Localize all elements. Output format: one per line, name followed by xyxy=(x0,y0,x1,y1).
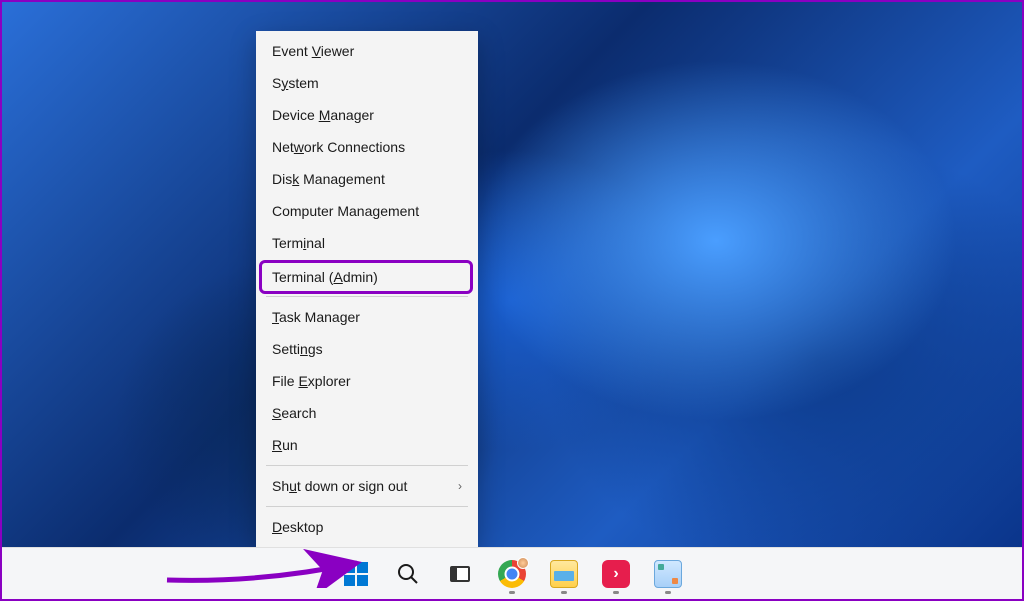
menu-item-event-viewer[interactable]: Event Viewer xyxy=(256,35,478,67)
menu-separator xyxy=(266,465,468,466)
file-explorer-icon xyxy=(550,560,578,588)
menu-item-device-manager[interactable]: Device Manager xyxy=(256,99,478,131)
menu-item-search[interactable]: Search xyxy=(256,397,478,429)
todoist-app[interactable]: › xyxy=(594,552,638,596)
task-view-icon xyxy=(450,566,470,582)
menu-item-label: Task Manager xyxy=(272,309,360,325)
menu-item-terminal-admin[interactable]: Terminal (Admin) xyxy=(261,262,471,292)
menu-item-label: System xyxy=(272,75,319,91)
menu-item-label: Shut down or sign out xyxy=(272,478,407,494)
chrome-app[interactable] xyxy=(490,552,534,596)
menu-item-label: File Explorer xyxy=(272,373,351,389)
winx-context-menu: Event Viewer System Device Manager Network … xyxy=(256,31,478,547)
chrome-icon xyxy=(498,560,526,588)
menu-item-label: Disk Management xyxy=(272,171,385,187)
menu-item-label: Terminal (Admin) xyxy=(272,269,378,285)
menu-item-file-explorer[interactable]: File Explorer xyxy=(256,365,478,397)
file-explorer-app[interactable] xyxy=(542,552,586,596)
menu-item-computer-management[interactable]: Computer Management xyxy=(256,195,478,227)
windows-start-icon xyxy=(344,562,368,586)
running-indicator xyxy=(613,591,619,594)
menu-item-network-connections[interactable]: Network Connections xyxy=(256,131,478,163)
task-view-button[interactable] xyxy=(438,552,482,596)
menu-item-disk-management[interactable]: Disk Management xyxy=(256,163,478,195)
chevron-right-icon: › xyxy=(458,479,462,493)
menu-item-task-manager[interactable]: Task Manager xyxy=(256,301,478,333)
menu-item-system[interactable]: System xyxy=(256,67,478,99)
menu-item-label: Settings xyxy=(272,341,323,357)
menu-item-label: Computer Management xyxy=(272,203,419,219)
search-button[interactable] xyxy=(386,552,430,596)
menu-item-label: Event Viewer xyxy=(272,43,354,59)
desktop-wallpaper xyxy=(2,2,1022,599)
menu-item-terminal[interactable]: Terminal xyxy=(256,227,478,259)
menu-item-label: Search xyxy=(272,405,316,421)
menu-separator xyxy=(266,506,468,507)
app-icon: › xyxy=(602,560,630,588)
menu-item-label: Network Connections xyxy=(272,139,405,155)
menu-item-settings[interactable]: Settings xyxy=(256,333,478,365)
start-button[interactable] xyxy=(334,552,378,596)
running-indicator xyxy=(561,591,567,594)
running-indicator xyxy=(665,591,671,594)
menu-item-label: Device Manager xyxy=(272,107,374,123)
menu-item-shutdown-signout[interactable]: Shut down or sign out › xyxy=(256,470,478,502)
control-panel-app[interactable] xyxy=(646,552,690,596)
control-panel-icon xyxy=(654,560,682,588)
menu-item-show-desktop[interactable]: Desktop xyxy=(256,511,478,543)
search-icon xyxy=(396,562,420,586)
menu-item-label: Desktop xyxy=(272,519,323,535)
running-indicator xyxy=(509,591,515,594)
menu-item-label: Terminal xyxy=(272,235,325,251)
menu-item-label: Run xyxy=(272,437,298,453)
menu-item-run[interactable]: Run xyxy=(256,429,478,461)
menu-separator xyxy=(266,296,468,297)
taskbar: › xyxy=(2,547,1022,599)
